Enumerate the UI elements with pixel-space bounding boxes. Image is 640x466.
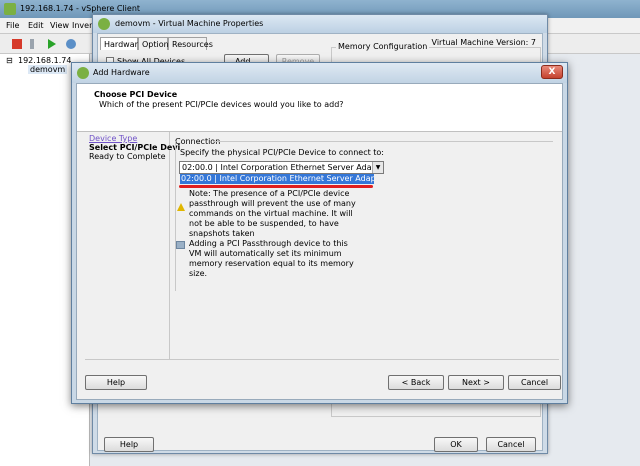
vm-ok-button[interactable]: OK [434,437,478,452]
wizard-steps: Device Type Select PCI/PCIe Devi Ready t… [85,132,180,360]
passthrough-note: Note: The presence of a PCI/PCIe device … [189,189,356,238]
tab-hardware[interactable]: Hardware [100,37,143,50]
wizard-help-button[interactable]: Help [85,375,147,390]
connection-group: Connection Specify the physical PCI/PCIe… [175,137,557,291]
specify-device-label: Specify the physical PCI/PCIe Device to … [180,148,384,157]
add-hardware-title-bar: Add Hardware X [72,63,567,83]
connection-border [175,141,176,291]
tab-options[interactable]: Options [138,37,173,50]
menu-view[interactable]: View [50,21,69,30]
menu-inventory[interactable]: Inven [72,21,94,30]
vsphere-window-title: 192.168.1.74 - vSphere Client [20,4,141,13]
menu-edit[interactable]: Edit [28,21,44,30]
vm-help-button[interactable]: Help [104,437,154,452]
menu-file[interactable]: File [6,21,19,30]
info-icon [176,241,185,249]
wizard-header-title: Choose PCI Device [94,90,178,99]
wizard-divider [85,359,559,360]
tree-vm-item[interactable]: demovm [28,65,68,74]
wizard-back-button[interactable]: < Back [388,375,444,390]
vm-cancel-button[interactable]: Cancel [486,437,536,452]
vm-version-label: Virtual Machine Version: 7 [431,38,536,47]
close-button[interactable]: X [541,65,563,79]
wizard-cancel-button[interactable]: Cancel [508,375,561,390]
connection-divider [213,141,553,142]
step-select-pci-device: Select PCI/PCIe Devi [89,143,181,152]
tab-resources[interactable]: Resources [168,37,213,50]
vm-properties-icon [98,18,110,30]
pci-device-select-value: 02:00.0 | Intel Corporation Ethernet Ser… [182,163,383,172]
pci-device-option[interactable]: 02:00.0 | Intel Corporation Ethernet Ser… [180,174,374,184]
wizard-header: Choose PCI Device Which of the present P… [77,84,562,132]
stop-icon[interactable] [12,39,22,49]
play-icon[interactable] [48,39,56,49]
add-hardware-body: Choose PCI Device Which of the present P… [76,83,563,400]
add-hardware-icon [77,67,89,79]
warning-icon [177,203,185,211]
add-hardware-dialog: Add Hardware X Choose PCI Device Which o… [71,62,568,404]
wizard-header-subtitle: Which of the present PCI/PCIe devices wo… [99,100,344,109]
pci-device-select[interactable]: 02:00.0 | Intel Corporation Ethernet Ser… [179,161,384,174]
memory-configuration-label: Memory Configuration [336,42,430,51]
step-ready-to-complete: Ready to Complete [89,152,166,161]
red-highlight-underline [179,185,373,188]
memory-reservation-note: Adding a PCI Passthrough device to this … [189,239,354,278]
chevron-down-icon[interactable]: ▼ [372,162,383,173]
tree-host-item[interactable]: 192.168.1.74 [18,56,71,65]
vsphere-app-icon [4,3,16,15]
vm-properties-title: demovm - Virtual Machine Properties [115,19,264,28]
tree-expander-icon[interactable]: ⊟ [6,56,13,65]
refresh-icon[interactable] [66,39,76,49]
wizard-next-button[interactable]: Next > [448,375,504,390]
step-device-type[interactable]: Device Type [89,134,137,143]
pause-icon[interactable] [30,39,34,49]
add-hardware-title: Add Hardware [93,68,150,77]
vm-properties-title-bar: demovm - Virtual Machine Properties [93,15,547,33]
